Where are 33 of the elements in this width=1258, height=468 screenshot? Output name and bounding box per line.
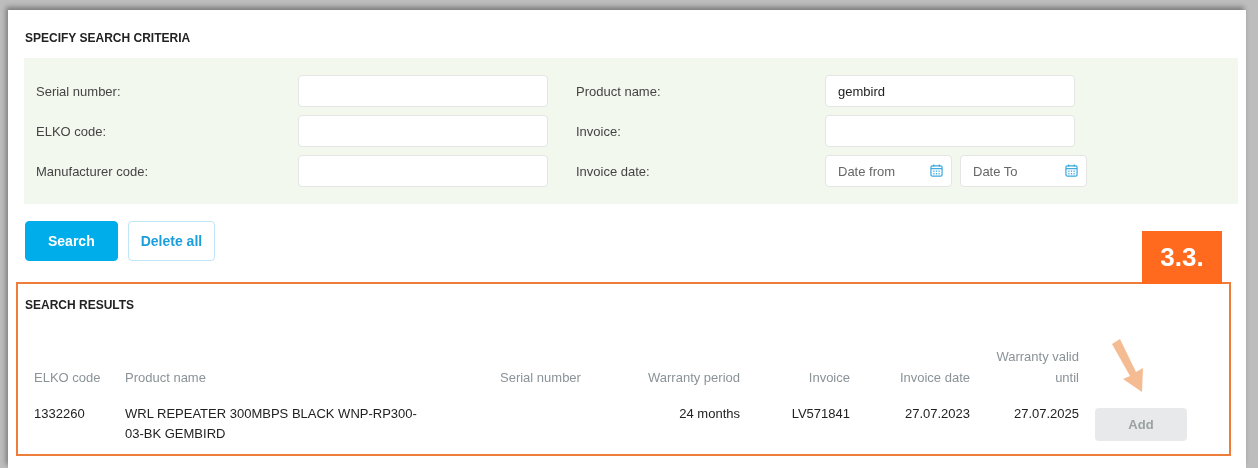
input-field[interactable]: gembird	[825, 75, 1075, 107]
input-field[interactable]	[298, 115, 548, 147]
field-label: Manufacturer code:	[36, 163, 149, 179]
input-field[interactable]	[298, 155, 548, 187]
step-badge: 3.3.	[1142, 231, 1222, 284]
field-label: Serial number:	[36, 83, 122, 99]
calendar-icon[interactable]	[930, 164, 943, 177]
column-header: Product name	[125, 369, 207, 387]
table-cell: 1332260	[25, 394, 125, 444]
table-cell-text: 24 months	[678, 405, 740, 423]
column-header: Serial number	[499, 369, 582, 387]
table-cell: LV571841	[740, 394, 850, 444]
field-label: Product name:	[576, 83, 662, 99]
section-title: SEARCH RESULTS	[25, 298, 136, 312]
input-field[interactable]	[298, 75, 548, 107]
date-field[interactable]: Date from	[825, 155, 952, 187]
column-header: Warranty period	[647, 369, 740, 387]
column-header: Invoice	[740, 346, 850, 394]
column-header: Warranty valid until	[970, 346, 1079, 394]
column-header: ELKO code	[33, 369, 102, 387]
table-cell: 27.07.2023	[850, 394, 970, 444]
search-button[interactable]: Search	[25, 221, 118, 261]
section-title: SPECIFY SEARCH CRITERIA	[25, 31, 192, 45]
input-field[interactable]	[825, 115, 1075, 147]
field-label: ELKO code:	[36, 123, 108, 139]
date-field[interactable]: Date To	[960, 155, 1087, 187]
table-cell: 27.07.2025	[970, 394, 1079, 444]
delete-all-button[interactable]: Delete all	[127, 221, 216, 261]
field-label: Invoice date:	[576, 163, 651, 179]
column-header: Invoice date	[850, 346, 970, 394]
table-cell-text: WRL REPEATER 300MBPS BLACK WNP-RP300-03-BK GEMBIRD	[125, 405, 418, 443]
calendar-icon[interactable]	[1065, 164, 1078, 177]
field-label: Invoice:	[576, 123, 622, 139]
